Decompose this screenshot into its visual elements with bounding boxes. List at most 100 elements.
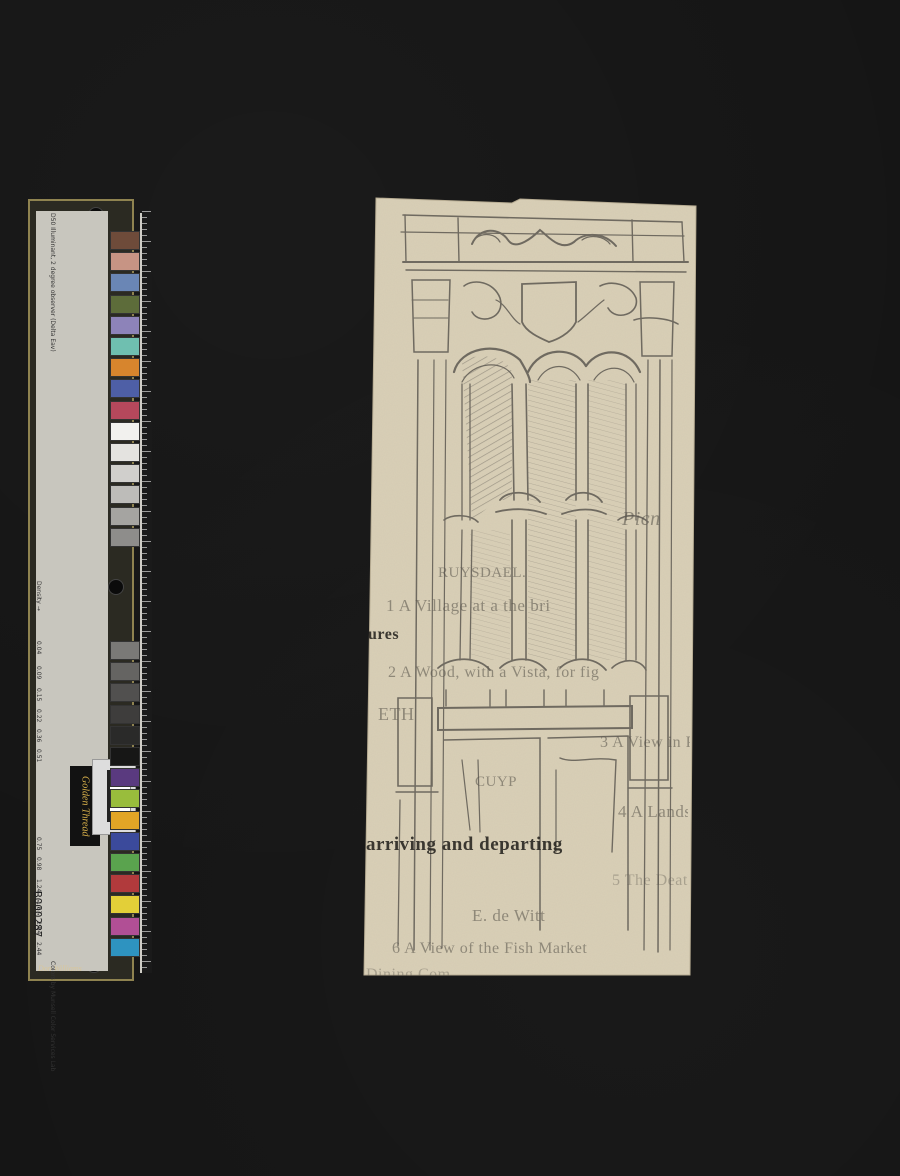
ruler-tick (142, 475, 147, 476)
color-swatch (110, 379, 140, 399)
color-swatch (110, 725, 140, 745)
ruler-tick (142, 799, 147, 800)
ruler-tick (142, 673, 147, 674)
ruler-tick (142, 733, 147, 734)
ruler-tick (142, 745, 147, 746)
ruler-tick (142, 277, 147, 278)
ruler-tick (142, 427, 147, 428)
ruler-tick (142, 757, 147, 758)
ruler-tick (142, 271, 151, 272)
target-id: B000287 (31, 891, 44, 938)
color-swatch (110, 810, 140, 830)
ruler-tick (142, 379, 147, 380)
color-swatch (110, 895, 140, 915)
ruler-tick (142, 547, 147, 548)
color-swatch (110, 937, 140, 957)
ruler-tick (142, 637, 147, 638)
ruler-tick (142, 583, 147, 584)
ruler-tick (142, 907, 147, 908)
ruler-tick (142, 949, 147, 950)
ruler-tick (142, 847, 147, 848)
color-swatch (110, 231, 140, 250)
color-swatch (110, 831, 140, 851)
ruler-tick (142, 343, 147, 344)
ruler-tick (142, 601, 151, 602)
ruler-tick (142, 247, 147, 248)
ruler-tick (142, 439, 147, 440)
ruler-tick (142, 337, 147, 338)
color-swatch (110, 641, 140, 660)
density-bottom-0: 0.75 (35, 837, 42, 851)
color-swatch (110, 358, 140, 378)
color-swatch (110, 747, 140, 766)
ruler-tick (142, 853, 147, 854)
ruler-tick (142, 253, 147, 254)
ruler-tick (142, 499, 147, 500)
ruler-tick (142, 739, 147, 740)
color-swatch (110, 853, 140, 872)
ruler-tick (142, 223, 147, 224)
ruler-tick (142, 727, 147, 728)
ruler-tick (142, 421, 151, 422)
ruler-tick (142, 841, 151, 842)
color-swatch (110, 768, 140, 788)
ruler-tick (142, 685, 147, 686)
ruler-tick (142, 331, 151, 332)
ruler-tick (142, 523, 147, 524)
ruler-tick (142, 367, 147, 368)
ruler-tick (142, 565, 147, 566)
ruler-tick (142, 211, 151, 212)
ruler-tick (142, 931, 151, 932)
ruler-tick (142, 901, 151, 902)
color-swatch (110, 789, 140, 809)
ruler-tick (142, 715, 147, 716)
ruler-tick (142, 325, 147, 326)
ruler-tick (142, 301, 151, 302)
ruler-tick (142, 481, 151, 482)
mount-hole-middle (108, 579, 124, 595)
color-swatch (110, 273, 140, 293)
black-backdrop (0, 0, 900, 1176)
ruler-tick (142, 643, 147, 644)
ruler-tick (142, 697, 147, 698)
ruler-tick (142, 769, 147, 770)
ruler-tick (142, 679, 147, 680)
density-top-5: 0.51 (35, 749, 42, 763)
ruler-tick (142, 919, 147, 920)
ruler-tick (142, 751, 151, 752)
illuminant-note: D50 Illuminant, 2 degree observer (Delta… (49, 213, 56, 352)
ruler-tick (142, 955, 147, 956)
ruler-tick (142, 763, 147, 764)
ruler-tick (142, 511, 151, 512)
ruler-tick (142, 307, 147, 308)
ruler-tick (142, 403, 147, 404)
density-top-3: 0.22 (35, 709, 42, 723)
ruler-tick (142, 655, 147, 656)
ruler-tick (142, 913, 147, 914)
ruler-tick (142, 589, 147, 590)
ruler-tick (142, 709, 147, 710)
color-swatch (110, 485, 140, 505)
ruler-tick (142, 409, 147, 410)
color-swatch (110, 421, 140, 441)
ruler-tick (142, 265, 147, 266)
ruler-tick (142, 397, 147, 398)
ruler-tick (142, 415, 147, 416)
ruler-tick (142, 631, 151, 632)
ruler-tick (142, 817, 147, 818)
ruler-tick (142, 391, 151, 392)
ruler-tick (142, 217, 147, 218)
ruler-tick (142, 961, 151, 962)
ruler-tick (142, 835, 147, 836)
ruler-tick (142, 349, 147, 350)
ruler-tick (142, 721, 151, 722)
ruler-tick (142, 445, 147, 446)
color-swatch (110, 506, 140, 526)
color-swatch (110, 662, 140, 682)
ruler-tick (142, 517, 147, 518)
ruler-tick (142, 577, 147, 578)
ruler-tick (142, 355, 147, 356)
ruler-tick (142, 871, 151, 872)
ruler-tick (142, 691, 151, 692)
color-swatch (110, 400, 140, 420)
